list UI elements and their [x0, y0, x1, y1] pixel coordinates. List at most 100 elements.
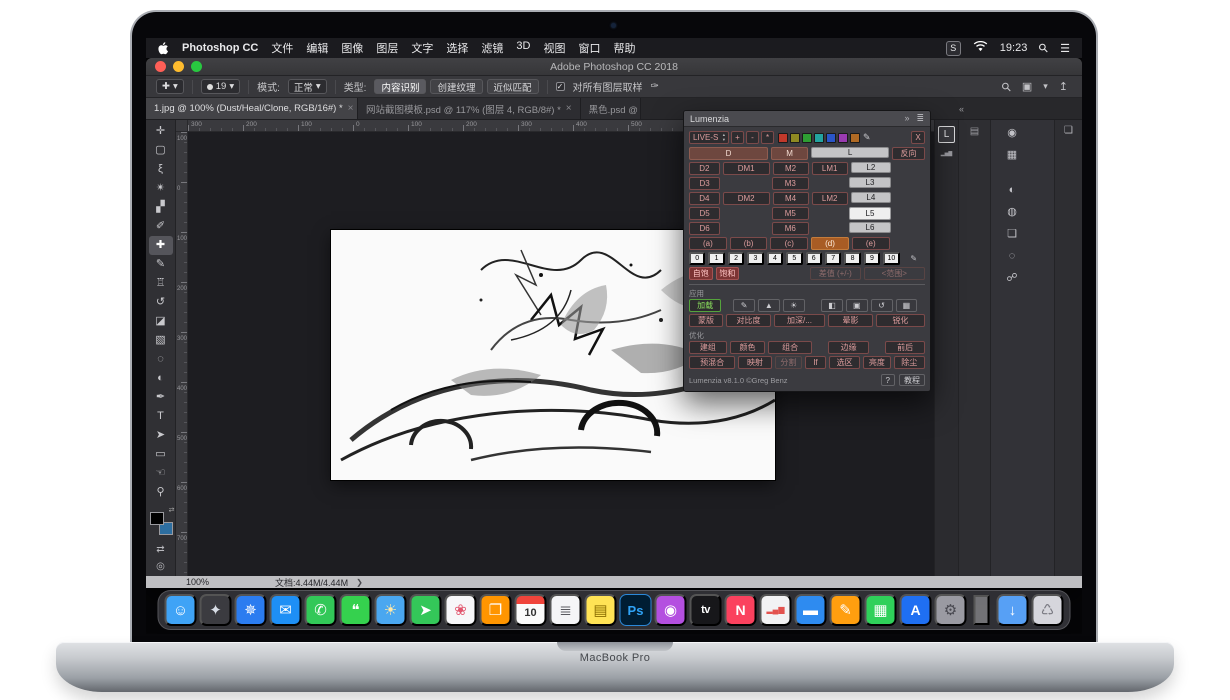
lumenzia-button[interactable]: M4 [773, 192, 809, 205]
finder-icon[interactable]: ☺ [165, 594, 197, 626]
news-icon[interactable]: N [725, 594, 757, 626]
menu-item[interactable]: 3D [516, 40, 530, 56]
lumenzia-button[interactable]: 加载 [689, 299, 721, 312]
foreground-color-swatch[interactable] [150, 512, 164, 525]
lumenzia-button[interactable]: 前后 [885, 341, 925, 354]
reminders-icon[interactable]: ≣ [550, 594, 582, 626]
lumenzia-dock-tab[interactable]: L [938, 126, 955, 143]
lumenzia-small-button[interactable]: * [761, 131, 774, 144]
brush-icon[interactable]: ✎ [863, 132, 871, 143]
control-center-icon[interactable]: ☰ [1060, 42, 1070, 55]
lumenzia-button[interactable]: 加深/... [774, 314, 825, 327]
clone-stamp-tool[interactable]: ♖ [149, 274, 173, 293]
sample-all-layers-checkbox[interactable]: ✓ [556, 82, 565, 91]
lumenzia-button[interactable]: 蒙版 [689, 314, 723, 327]
search-icon[interactable]: ⚲ [999, 79, 1014, 94]
history-brush-tool[interactable]: ↺ [149, 293, 173, 312]
lumenzia-button[interactable]: D3 [689, 177, 720, 190]
lumenzia-button[interactable]: L2 [851, 162, 891, 173]
libraries-panel-icon[interactable]: ❏ [1064, 125, 1073, 136]
lumenzia-button[interactable]: 2 [728, 252, 744, 265]
appletv-icon[interactable]: tv [690, 594, 722, 626]
brush-size-picker[interactable]: 19 ▾ [201, 79, 240, 94]
lumenzia-button[interactable]: LM2 [812, 192, 848, 205]
lumenzia-button[interactable]: M6 [772, 222, 809, 235]
lumenzia-button[interactable]: ▦ [896, 299, 918, 312]
lumenzia-button[interactable]: M3 [772, 177, 809, 190]
lumenzia-button[interactable]: 9 [864, 252, 880, 265]
crop-tool[interactable]: ▞ [149, 198, 173, 217]
lumenzia-button[interactable]: LM1 [812, 162, 848, 175]
lumenzia-button[interactable]: L [811, 147, 889, 158]
lumenzia-button[interactable]: D [689, 147, 768, 160]
photoshop-icon[interactable]: Ps [620, 594, 652, 626]
menu-item[interactable]: 帮助 [613, 40, 635, 56]
lumenzia-button[interactable]: 组合 [768, 341, 812, 354]
keynote-icon[interactable]: ▬ [795, 594, 827, 626]
lumenzia-button[interactable]: D6 [689, 222, 720, 235]
lumenzia-button[interactable]: M2 [773, 162, 809, 175]
lasso-tool[interactable]: ξ [149, 160, 173, 179]
lumenzia-button[interactable]: 选区 [829, 356, 860, 369]
zoom-level[interactable]: 100% [186, 577, 209, 587]
color-swatch[interactable] [826, 133, 836, 143]
lumenzia-button[interactable]: (c) [770, 237, 808, 250]
pages-icon[interactable]: ✎ [830, 594, 862, 626]
lumenzia-button[interactable]: DM2 [723, 192, 770, 205]
lumenzia-button[interactable]: <范围> [864, 267, 925, 280]
brush-tool[interactable]: ✎ [149, 255, 173, 274]
lumenzia-button[interactable]: 建组 [689, 341, 727, 354]
lumenzia-button[interactable]: 8 [844, 252, 860, 265]
lumenzia-button[interactable]: 映射 [738, 356, 772, 369]
document-tab[interactable]: 黑色.psd @ ... × [581, 98, 641, 119]
lumenzia-button[interactable]: 亮度 [863, 356, 890, 369]
pen-tool[interactable]: ✒ [149, 388, 173, 407]
color-swatch[interactable] [778, 133, 788, 143]
chevron-down-icon[interactable]: ▾ [1043, 81, 1048, 92]
gradient-tool[interactable]: ▧ [149, 331, 173, 350]
menu-item[interactable]: 文字 [411, 40, 433, 56]
lumenzia-button[interactable]: 7 [825, 252, 841, 265]
color-swatch[interactable] [790, 133, 800, 143]
panel-collapse-icon[interactable]: » [904, 113, 909, 124]
path-select-tool[interactable]: ➤ [149, 426, 173, 445]
numbers-icon[interactable]: ▦ [865, 594, 897, 626]
lumenzia-button[interactable]: ☀ [783, 299, 805, 312]
lumenzia-button[interactable]: 自饱 [689, 267, 713, 280]
status-chevron-icon[interactable]: ❯ [356, 578, 363, 587]
zoom-window-button[interactable] [191, 61, 202, 72]
lumenzia-button[interactable]: ▣ [846, 299, 868, 312]
lumenzia-preset-dropdown[interactable]: LIVE-S ▴▾ [689, 131, 729, 144]
share-icon[interactable]: ↥ [1059, 80, 1068, 93]
appstore-icon[interactable]: A [900, 594, 932, 626]
lumenzia-button[interactable]: 差值 (+/-) [810, 267, 861, 280]
trash-icon[interactable]: ♺ [1032, 594, 1064, 626]
swap-icon[interactable]: ⇄ [156, 544, 164, 555]
pressure-icon[interactable]: ✑ [651, 81, 659, 92]
type-toggle[interactable]: 创建纹理 [430, 79, 482, 94]
mail-icon[interactable]: ✉ [270, 594, 302, 626]
color-swatch[interactable] [814, 133, 824, 143]
launchpad-icon[interactable]: ✦ [200, 594, 232, 626]
panel-menu-icon[interactable]: ≣ [916, 113, 924, 124]
weather-icon[interactable]: ☀ [375, 594, 407, 626]
lumenzia-button[interactable]: 反向 [892, 147, 925, 160]
lumenzia-button[interactable]: If [805, 356, 826, 369]
lumenzia-button[interactable]: D5 [689, 207, 720, 220]
lumenzia-button[interactable]: 1 [708, 252, 724, 265]
safari-icon[interactable]: ✵ [235, 594, 267, 626]
menu-item[interactable]: 图像 [341, 40, 363, 56]
menu-item[interactable]: 文件 [271, 40, 293, 56]
type-toggle[interactable]: 近似匹配 [487, 79, 539, 94]
lumenzia-button[interactable]: 5 [786, 252, 802, 265]
menu-item[interactable]: 编辑 [306, 40, 328, 56]
lumenzia-button[interactable]: L3 [849, 177, 890, 188]
facetime-icon[interactable]: ✆ [305, 594, 337, 626]
grid-icon[interactable]: ▦ [1003, 147, 1021, 162]
lumenzia-button[interactable]: 饱和 [716, 267, 740, 280]
document-tab[interactable]: 网站截图模板.psd @ 117% (图层 4, RGB/8#) * × [358, 98, 581, 119]
input-method-icon[interactable]: S [946, 41, 961, 56]
menu-item[interactable]: 滤镜 [481, 40, 503, 56]
lumenzia-button[interactable]: L6 [849, 222, 890, 233]
active-app-menu[interactable]: Photoshop CC [182, 42, 258, 54]
